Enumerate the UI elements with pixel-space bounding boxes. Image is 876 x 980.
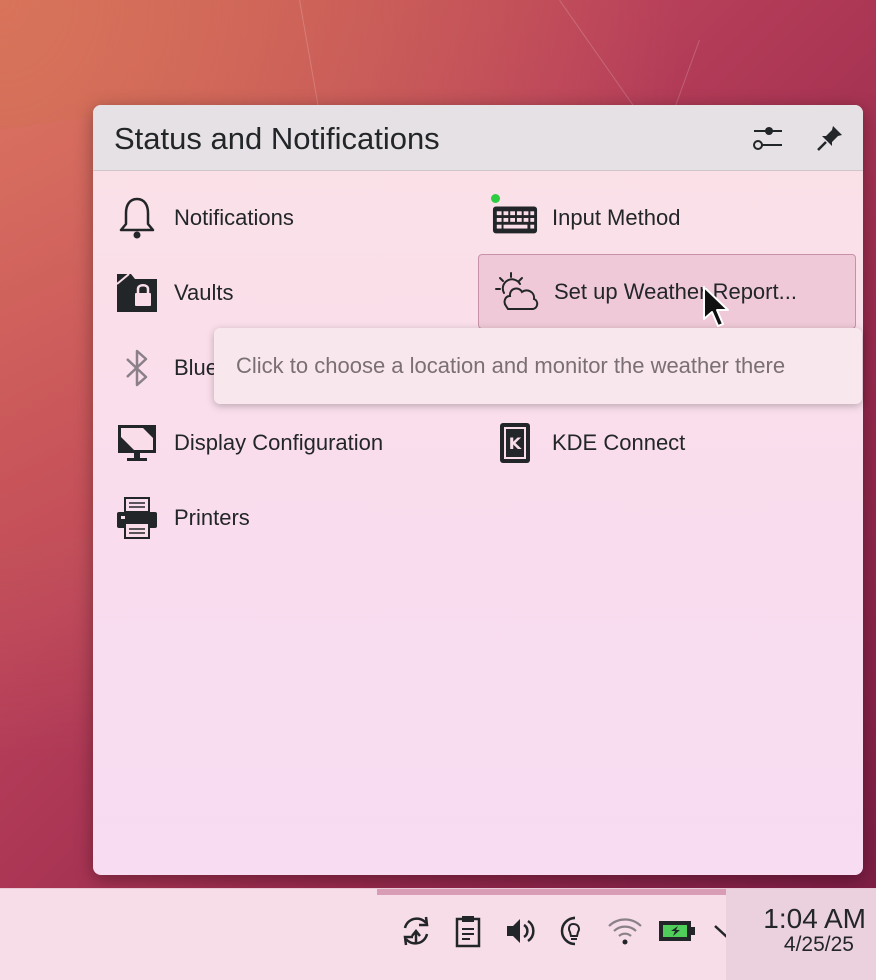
configure-button[interactable] (750, 120, 786, 156)
vaults-label: Vaults (174, 280, 234, 305)
monitor-icon (114, 420, 160, 466)
sliders-icon (753, 127, 782, 150)
update-icon[interactable] (396, 911, 436, 951)
digital-clock[interactable]: 1:04 AM 4/25/25 (726, 889, 876, 980)
printers-label: Printers (174, 505, 250, 530)
notifications-item[interactable]: Notifications (99, 182, 469, 254)
vaults-item[interactable]: Vaults (99, 257, 469, 329)
bluetooth-icon (114, 345, 160, 391)
input-method-item[interactable]: Input Method (477, 182, 855, 254)
kde-connect-item[interactable]: K KDE Connect (477, 407, 855, 479)
display-configuration-label: Display Configuration (174, 430, 384, 455)
vault-lock-icon (114, 270, 160, 316)
weather-tooltip: Click to choose a location and monitor t… (214, 328, 862, 404)
volume-icon[interactable] (500, 911, 540, 951)
svg-text:K: K (509, 434, 522, 453)
clock-time: 1:04 AM (763, 903, 866, 934)
bell-icon (114, 195, 160, 241)
taskbar: 1:04 AM 4/25/25 (0, 888, 876, 980)
weather-report-item[interactable]: Set up Weather Report... (478, 254, 856, 329)
popup-title: Status and Notifications (114, 121, 440, 156)
status-notifications-popup: Status and Notifications Notifications I… (93, 105, 863, 875)
weather-cloud-sun-icon (494, 269, 540, 315)
bluetooth-label: Blue (174, 355, 219, 380)
keyboard-icon (491, 194, 538, 241)
wallpaper-line (299, 0, 321, 119)
input-method-label: Input Method (552, 205, 681, 230)
notifications-label: Notifications (174, 205, 294, 230)
battery-icon[interactable] (657, 911, 697, 951)
clipboard-icon[interactable] (448, 911, 488, 951)
printer-icon (114, 495, 160, 541)
night-light-icon[interactable] (552, 911, 592, 951)
wifi-icon[interactable] (605, 911, 645, 951)
pin-button[interactable] (812, 120, 848, 156)
input-method-status-dot (491, 194, 500, 203)
display-configuration-item[interactable]: Display Configuration (99, 407, 469, 479)
popup-header: Status and Notifications (93, 105, 863, 171)
tray-active-indicator (377, 889, 755, 895)
pin-icon (817, 126, 842, 151)
mouse-cursor-icon (703, 286, 729, 327)
kde-connect-label: KDE Connect (552, 430, 686, 455)
weather-report-label: Set up Weather Report... (554, 278, 797, 304)
kde-connect-icon: K (492, 420, 538, 466)
clock-date: 4/25/25 (783, 933, 854, 956)
printers-item[interactable]: Printers (99, 482, 469, 554)
